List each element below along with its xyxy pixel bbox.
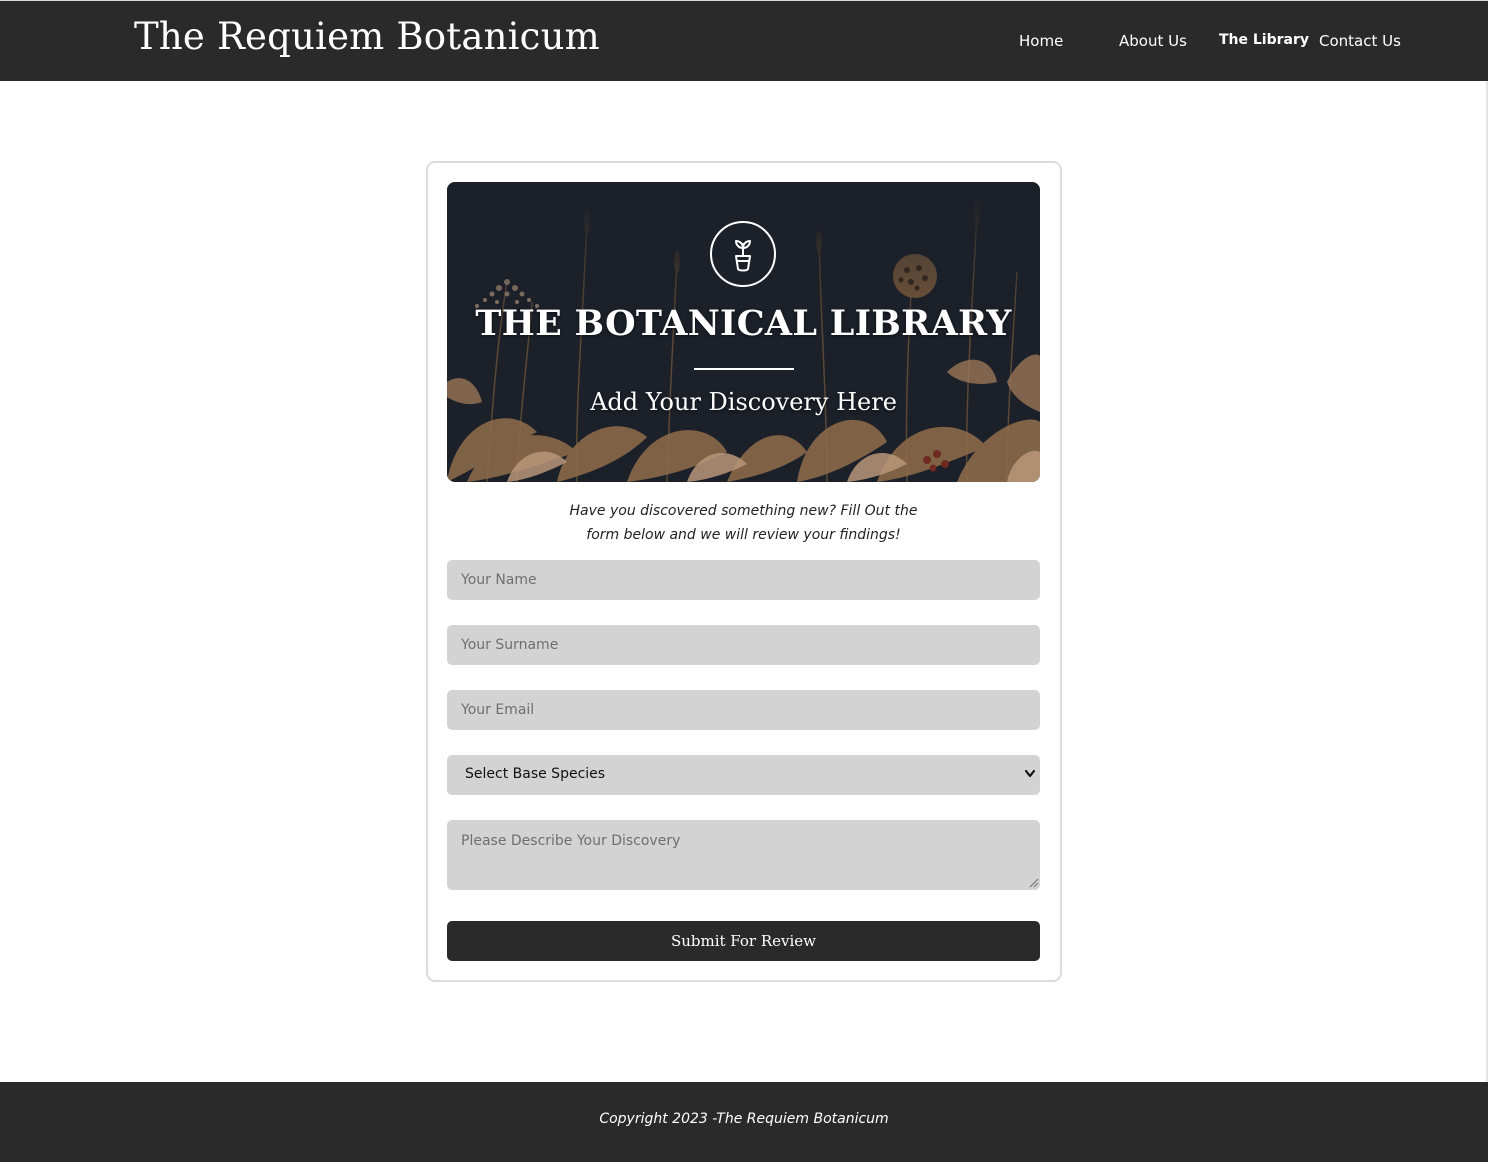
form-intro-text: Have you discovered something new? Fill … <box>447 499 1040 547</box>
intro-line-2: form below and we will review your findi… <box>586 527 901 543</box>
surname-input[interactable] <box>447 625 1040 665</box>
nav-contact-link[interactable]: Contact Us <box>1319 32 1401 50</box>
banner-subtitle: Add Your Discovery Here <box>590 388 897 416</box>
email-input[interactable] <box>447 690 1040 730</box>
library-banner: THE BOTANICAL LIBRARY Add Your Discovery… <box>447 182 1040 482</box>
nav-library-link[interactable]: The Library <box>1219 32 1309 48</box>
resize-handle-icon[interactable] <box>1028 877 1039 888</box>
site-footer: Copyright 2023 -The Requiem Botanicum <box>0 1082 1488 1162</box>
site-title: The Requiem Botanicum <box>134 15 600 58</box>
banner-title: THE BOTANICAL LIBRARY <box>475 303 1012 344</box>
submit-for-review-button[interactable]: Submit For Review <box>447 921 1040 961</box>
nav-home-link[interactable]: Home <box>1019 32 1063 50</box>
site-header: The Requiem Botanicum Home About Us The … <box>0 0 1488 81</box>
chevron-down-icon <box>1024 769 1036 778</box>
name-input[interactable] <box>447 560 1040 600</box>
nav-about-link[interactable]: About Us <box>1119 32 1187 50</box>
intro-line-1: Have you discovered something new? Fill … <box>569 503 918 519</box>
sprout-icon <box>710 221 776 287</box>
base-species-select[interactable]: Select Base Species <box>447 755 1040 795</box>
banner-divider <box>694 368 794 370</box>
base-species-selected-value: Select Base Species <box>465 766 606 782</box>
copyright-text: Copyright 2023 -The Requiem Botanicum <box>599 1111 889 1127</box>
discovery-description-textarea[interactable] <box>447 820 1040 890</box>
